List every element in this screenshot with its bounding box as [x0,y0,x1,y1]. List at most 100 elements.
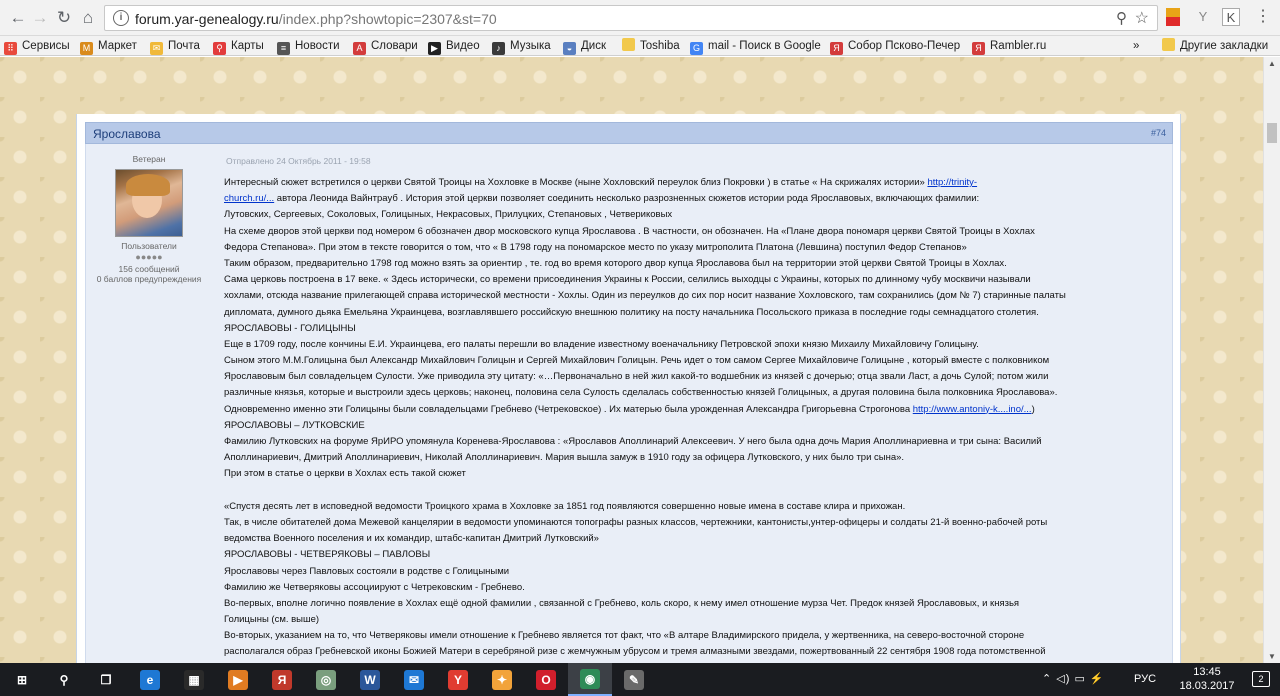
bookmark-9[interactable]: ◒ Диск [563,38,606,55]
menu-icon[interactable]: ⋮ [1254,8,1272,26]
back-icon[interactable]: ← [8,8,28,28]
bookmark-label: mail - Поиск в Google [708,40,821,52]
post-line-text: хохлами, отсюда название прилегающей спр… [224,290,1066,302]
post-date: Отправлено 24 Октябрь 2011 - 19:58 [226,156,371,166]
bookmarks-overflow-icon[interactable]: » [1133,38,1139,54]
notification-icon[interactable]: 2 [1252,671,1270,687]
zoom-icon[interactable]: ⚲ [1116,9,1127,27]
bookmark-icon: ▶ [428,42,441,55]
mail-glyph: ✉ [404,669,424,690]
post-link[interactable]: http://trinity- [927,177,977,188]
taskbar: ⊞ ⚲ ❐ e ▦ ▶ Я ◎ W ✉ Y ✦ O ◉ ✎ ⌃ ◁) ▭ ⚡ РУС 13:45 18.03… [0,663,1280,696]
site-info-icon[interactable]: i [113,10,129,26]
ext-k-icon[interactable]: K [1222,8,1240,26]
word-glyph: W [360,669,380,690]
bookmark-13[interactable]: Я Rambler.ru [972,38,1046,55]
bookmark-5[interactable]: ≡ Новости [277,38,340,55]
author-group: Пользователи [121,241,177,251]
post-line: Интересный сюжет встретился о церкви Свя… [224,175,1164,191]
post-line-text: При этом в статье о церкви в Хохлах есть… [224,468,466,480]
media-player-icon[interactable]: ▶ [216,663,260,696]
scroll-up-icon[interactable]: ▲ [1268,59,1276,68]
post-author-name[interactable]: Ярославова [93,127,161,141]
yandex-icon[interactable]: Я [260,663,304,696]
home-icon[interactable]: ⌂ [78,8,98,28]
search-icon[interactable]: ⚲ [42,663,86,696]
bookmark-6[interactable]: A Словари [353,38,418,55]
mail-icon[interactable]: ✉ [392,663,436,696]
url-text[interactable]: forum.yar-genealogy.ru/index.php?showtop… [135,11,497,27]
post-line-text: Лутовских, Сергеевых, Соколовых, Голицын… [224,209,673,221]
bookmark-2[interactable]: М Маркет [80,38,137,55]
ext-flag-icon[interactable] [1166,8,1180,26]
bookmark-10[interactable]: Toshiba [622,38,680,54]
post-line: Аполлинариевич, Дмитрий Аполлинариевич, … [224,450,1164,466]
folder-icon [1162,38,1175,51]
post-line: дипломата, думного дьяка Емельяна Украин… [224,305,1164,321]
post-line-text: Так, в числе обитателей дома Межевой кан… [224,516,1048,528]
warning-count: 0 баллов предупреждения [96,274,202,284]
post-line-text: Интересный сюжет встретился о церкви Свя… [224,177,928,188]
bookmark-12[interactable]: Я Собор Псково-Печер [830,38,960,55]
store-icon[interactable]: ▦ [172,663,216,696]
other-bookmarks[interactable]: Другие закладки [1162,38,1268,54]
yandex-browser-icon[interactable]: Y [436,663,480,696]
scroll-down-icon[interactable]: ▼ [1268,652,1276,661]
task-view-glyph: ❐ [100,672,112,687]
cd-icon[interactable]: ◎ [304,663,348,696]
bookmark-icon: ⚲ [213,42,226,55]
address-bar[interactable]: i forum.yar-genealogy.ru/index.php?showt… [104,5,1158,31]
post-line: Сыном этого М.М.Голицына был Александр М… [224,353,1164,369]
media-player-glyph: ▶ [228,669,248,690]
post-line-text: ЯРОСЛАВОВЫ - ЧЕТВЕРЯКОВЫ – ПАВЛОВЫ [224,549,431,561]
bookmark-4[interactable]: ⚲ Карты [213,38,264,55]
bookmark-7[interactable]: ▶ Видео [428,38,480,55]
chicken-icon[interactable]: ✦ [480,663,524,696]
post-line: Одновременно именно эти Голицыны были со… [224,402,1164,418]
post-line-text: ) [1031,403,1035,415]
search-glyph: ⚲ [59,672,69,687]
word-icon[interactable]: W [348,663,392,696]
bookmark-11[interactable]: Gmail - Поиск в Google [690,38,821,55]
bookmark-icon: ≡ [277,42,290,55]
author-rank: Ветеран [132,154,166,164]
post-line-text: Фамилию Лутковских на форуме ЯрИРО упомя… [224,436,1042,447]
post-number[interactable]: #74 [1151,128,1166,138]
ext-y-icon[interactable]: Y [1194,8,1212,26]
bookmark-icon: ♪ [492,42,505,55]
opera-icon[interactable]: O [524,663,568,696]
post-line-text: Одновременно именно эти Голицыны были со… [224,403,913,415]
bookmark-star-icon[interactable]: ☆ [1135,8,1149,28]
bookmark-1[interactable]: ⠿ Сервисы [4,38,70,55]
bookmark-8[interactable]: ♪ Музыка [492,38,551,55]
system-tray: ⌃ ◁) ▭ ⚡ РУС 13:45 18.03.2017 2 [1020,663,1280,696]
forward-icon[interactable]: → [30,8,50,28]
post-line-text: различные князья, которые и выстроили зд… [224,387,1058,399]
chrome-icon[interactable]: ◉ [568,663,612,696]
clock[interactable]: 13:45 18.03.2017 [1172,665,1242,693]
scrollbar-thumb[interactable] [1267,123,1277,143]
language-indicator[interactable]: РУС [1134,673,1156,685]
post-line: «Спустя десять лет в исповедной ведомост… [224,499,1164,515]
store-glyph: ▦ [184,669,204,690]
bookmark-icon: ✉ [150,42,163,55]
edge-icon[interactable]: e [128,663,172,696]
avatar[interactable] [115,169,183,237]
task-view-icon[interactable]: ❐ [84,663,128,696]
post-line-text: Ярославовы через Павловых состояли в род… [224,565,510,577]
start-icon[interactable]: ⊞ [0,663,44,696]
post-line: Ярославовым был совладельцем Сулости. Уж… [224,369,1164,385]
post-link[interactable]: http://www.antoniy-k....ino/... [913,404,1032,415]
reload-icon[interactable]: ↻ [54,8,74,28]
post-link[interactable]: church.ru/... [224,193,274,204]
paint-icon[interactable]: ✎ [612,663,656,696]
scrollbar[interactable]: ▲ ▼ [1263,57,1280,663]
bookmark-label: Сервисы [22,40,70,52]
opera-glyph: O [536,669,556,690]
tray-icons[interactable]: ⌃ ◁) ▭ ⚡ [1042,672,1105,685]
bookmark-label: Toshiba [640,40,680,52]
post-line-text: ЯРОСЛАВОВЫ – ЛУТКОВСКИЕ [224,419,365,431]
bookmark-3[interactable]: ✉ Почта [150,38,200,55]
post-line-text: Аполлинариевич, Дмитрий Аполлинариевич, … [224,452,905,464]
post-line-text: Сама церковь построена в 17 веке. « Здес… [224,274,1031,286]
